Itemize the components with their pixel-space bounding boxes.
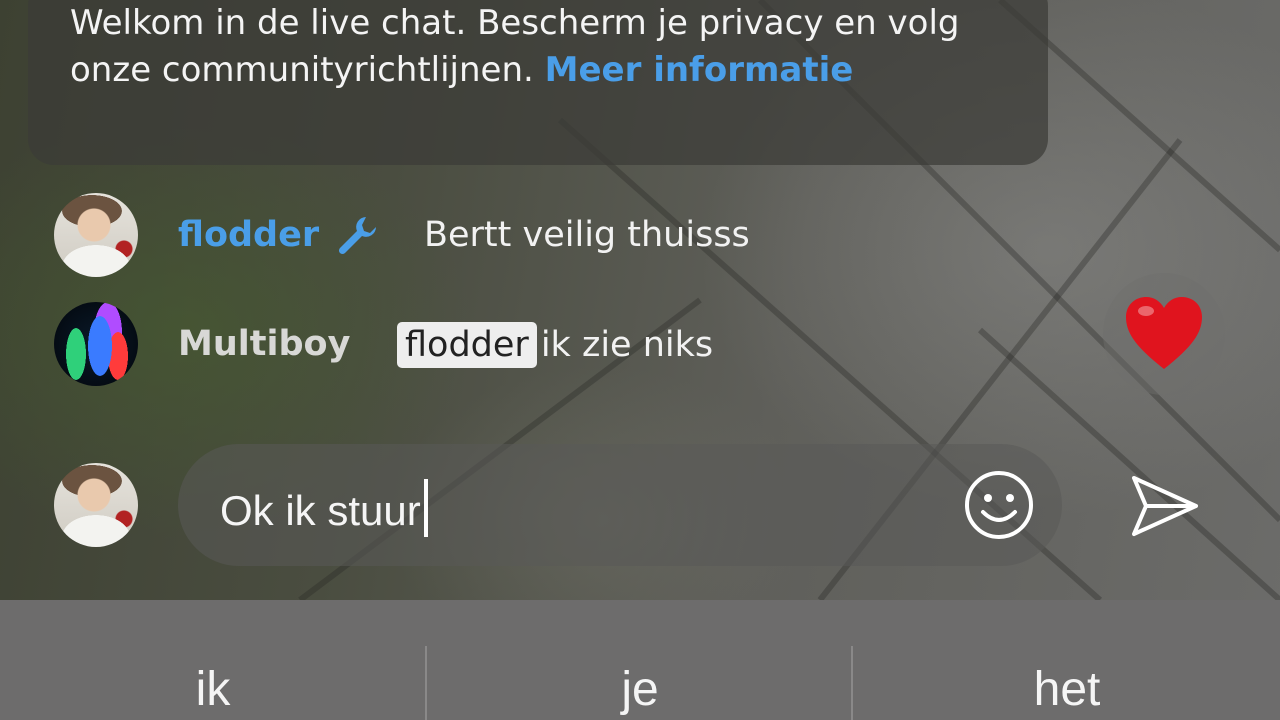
suggestion-het[interactable]: het	[854, 600, 1280, 720]
own-avatar	[54, 463, 138, 547]
avatar[interactable]	[54, 193, 138, 277]
chat-message-text: ik zie niks	[540, 325, 714, 365]
text-caret	[423, 479, 428, 537]
chat-message: flodder Bertt veilig thuisss	[54, 193, 1054, 277]
heart-reaction-button[interactable]	[1103, 273, 1225, 395]
keyboard-suggestion-bar: ik je het	[0, 600, 1280, 720]
suggestion-divider	[851, 646, 853, 720]
wrench-icon	[338, 217, 376, 255]
live-chat-screen: Welkom in de live chat. Bescherm je priv…	[0, 0, 1280, 720]
chat-username[interactable]: Multiboy	[178, 322, 350, 366]
suggestion-je[interactable]: je	[427, 600, 853, 720]
send-icon[interactable]	[1130, 474, 1200, 538]
chat-input-value[interactable]: Ok ik stuur	[220, 479, 428, 537]
smiley-icon[interactable]	[964, 470, 1034, 540]
welcome-banner: Welkom in de live chat. Bescherm je priv…	[28, 0, 1048, 165]
chat-username[interactable]: flodder	[178, 213, 319, 257]
suggestion-ik[interactable]: ik	[0, 600, 426, 720]
heart-icon	[1126, 297, 1202, 369]
mention-chip[interactable]: flodder	[397, 322, 537, 368]
avatar[interactable]	[54, 302, 138, 386]
chat-input[interactable]: Ok ik stuur	[178, 444, 1062, 566]
chat-message-text: Bertt veilig thuisss	[424, 215, 750, 255]
more-info-link[interactable]: Meer informatie	[545, 50, 854, 90]
chat-message: Multiboy flodder ik zie niks	[54, 302, 1054, 386]
chat-message-body: flodder ik zie niks	[397, 322, 713, 368]
